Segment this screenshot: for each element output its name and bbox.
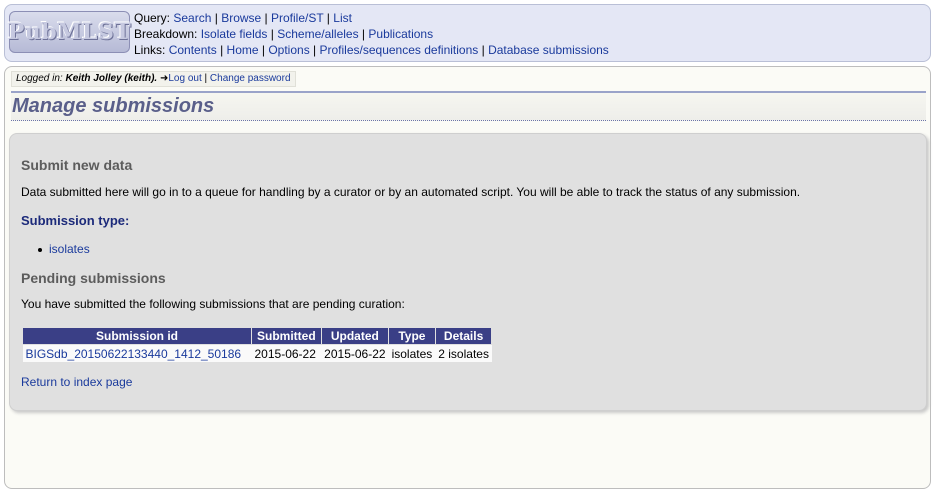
links-contents-link[interactable]: Contents [169,43,217,57]
links-options-link[interactable]: Options [268,43,309,57]
top-menu-bar: PubMLST Query: Search | Browse | Profile… [4,4,931,62]
submission-type-item: isolates [38,242,90,256]
bullet-icon [38,247,42,252]
login-status-bar: Logged in: Keith Jolley (keith). ➜Log ou… [11,71,296,87]
links-menu-row: Links: Contents | Home | Options | Profi… [134,43,609,57]
updated-date: 2015-06-22 [324,346,386,361]
breakdown-scheme-alleles-link[interactable]: Scheme/alleles [277,27,358,41]
col-updated: Updated [320,327,390,345]
breakdown-menu-row: Breakdown: Isolate fields | Scheme/allel… [134,27,434,41]
logout-link[interactable]: Log out [168,73,201,84]
pending-description: You have submitted the following submiss… [21,297,405,311]
page-title-bar: Manage submissions [11,91,926,121]
col-type: Type [388,327,436,345]
login-separator: | [204,73,208,84]
submission-type: isolates [391,346,433,361]
submissions-panel: Submit new data Data submitted here will… [9,133,927,411]
col-submission-id: Submission id [22,327,252,345]
submitted-date: 2015-06-22 [254,346,316,361]
query-list-link[interactable]: List [333,11,352,25]
submission-id-link[interactable]: BIGSdb_20150622133440_1412_50186 [26,347,242,361]
links-home-link[interactable]: Home [227,43,259,57]
submit-description: Data submitted here will go in to a queu… [21,185,801,199]
main-content: Logged in: Keith Jolley (keith). ➜Log ou… [4,66,931,489]
links-label: Links: [134,43,166,57]
query-search-link[interactable]: Search [173,11,211,25]
return-to-index-link[interactable]: Return to index page [21,375,132,389]
links-profiles-definitions-link[interactable]: Profiles/sequences definitions [320,43,479,57]
query-profile-st-link[interactable]: Profile/ST [271,11,323,25]
isolates-type-link[interactable]: isolates [49,242,90,256]
submit-new-data-heading: Submit new data [21,157,133,173]
links-database-submissions-link[interactable]: Database submissions [488,43,609,57]
table-row: BIGSdb_20150622133440_1412_50186 2015-06… [22,344,492,362]
pending-submissions-heading: Pending submissions [21,270,166,286]
query-browse-link[interactable]: Browse [221,11,261,25]
change-password-link[interactable]: Change password [210,73,291,84]
logged-in-user: Keith Jolley (keith). [65,73,158,84]
breakdown-label: Breakdown: [134,27,198,41]
breakdown-publications-link[interactable]: Publications [368,27,433,41]
submission-type-heading: Submission type: [21,213,130,228]
col-submitted: Submitted [251,327,322,345]
pending-submissions-table: Submission id Submitted Updated Type Det… [22,327,493,362]
breakdown-isolate-fields-link[interactable]: Isolate fields [201,27,268,41]
table-header-row: Submission id Submitted Updated Type Det… [22,327,493,345]
login-prefix: Logged in: [16,73,63,84]
query-menu-row: Query: Search | Browse | Profile/ST | Li… [134,11,352,25]
query-label: Query: [134,11,171,25]
col-details: Details [434,327,493,345]
page-title: Manage submissions [12,95,215,117]
pubmlst-logo[interactable]: PubMLST [8,11,131,53]
submission-details: 2 isolates [438,346,489,361]
